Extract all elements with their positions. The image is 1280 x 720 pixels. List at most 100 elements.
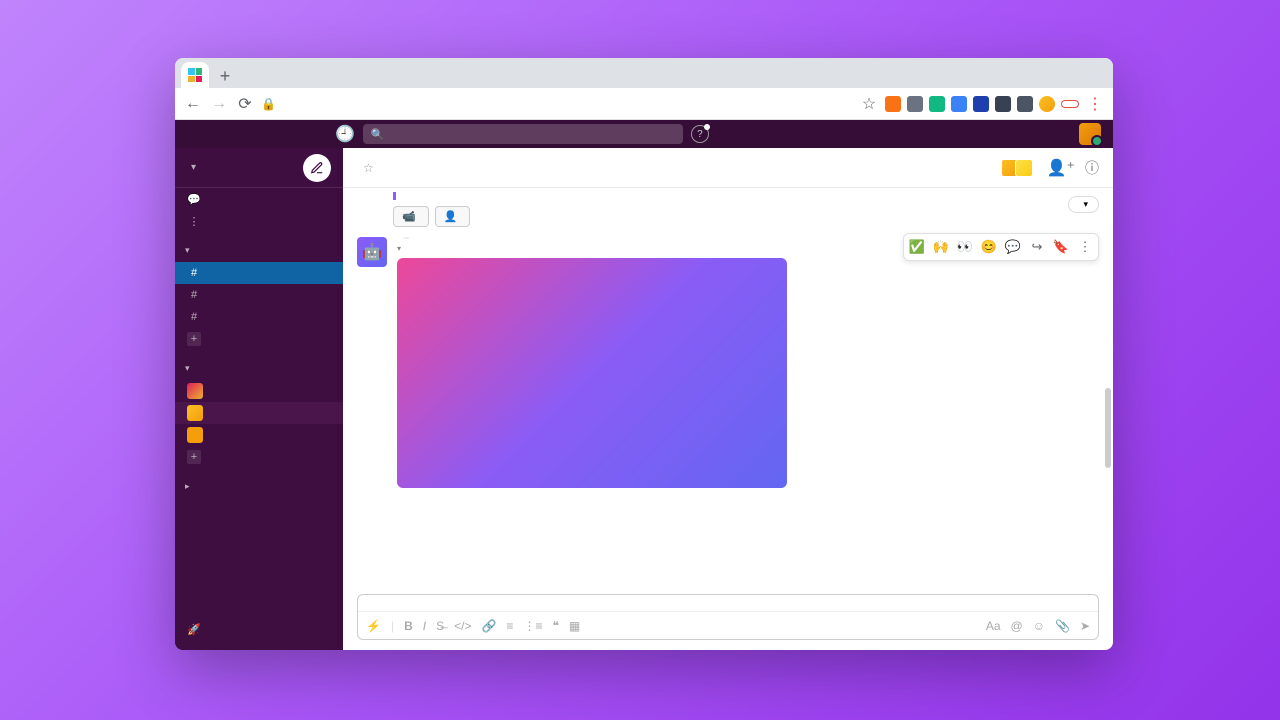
shortcut-icon[interactable]: ⚡ bbox=[366, 619, 381, 633]
revenue-chart[interactable] bbox=[397, 258, 787, 488]
update-button[interactable] bbox=[1061, 100, 1079, 108]
strike-icon[interactable]: S̶ bbox=[436, 619, 444, 633]
app-badge bbox=[403, 237, 409, 239]
italic-icon[interactable]: I bbox=[423, 619, 426, 633]
message-actions-toolbar: ✅ 🙌 👀 😊 💬 ↪ 🔖 ⋮ bbox=[903, 233, 1099, 261]
member-avatars[interactable] bbox=[1005, 159, 1037, 177]
tab-strip: + bbox=[175, 58, 1113, 88]
attach-icon[interactable]: 📎 bbox=[1055, 619, 1070, 633]
extension-icon[interactable] bbox=[951, 96, 967, 112]
url-field[interactable]: 🔒 bbox=[261, 97, 853, 111]
composer-toolbar: ⚡ | B I S̶ </> 🔗 ≡ ⋮≡ ❝ ▦ Aa @ bbox=[358, 611, 1098, 639]
address-bar: ← → ⟳ 🔒 ☆ ⋮ bbox=[175, 88, 1113, 120]
add-people-icon[interactable]: 👤⁺ bbox=[1047, 158, 1075, 178]
ol-icon[interactable]: ≡ bbox=[506, 619, 513, 633]
workspace-switcher[interactable]: ▾ bbox=[175, 148, 343, 188]
dm-test-user[interactable] bbox=[175, 424, 343, 446]
forward-button[interactable]: → bbox=[209, 94, 229, 114]
puzzle-icon[interactable] bbox=[1017, 96, 1033, 112]
emoji-icon[interactable]: ☺ bbox=[1033, 619, 1045, 633]
browser-tab-slack[interactable] bbox=[181, 62, 209, 88]
extension-icons bbox=[885, 96, 1055, 112]
compose-button[interactable] bbox=[303, 154, 331, 182]
add-reaction-icon[interactable]: 😊 bbox=[978, 236, 1000, 258]
slack-app: 🕘 🔍 ? ▾ 💬 ⋮ ▾ # bbox=[175, 120, 1113, 650]
format-icon[interactable]: Aa bbox=[986, 619, 1001, 633]
slack-icon bbox=[188, 68, 202, 82]
sidebar-channel-general[interactable]: # bbox=[175, 284, 343, 306]
reaction-check[interactable]: ✅ bbox=[906, 236, 928, 258]
code-icon[interactable]: </> bbox=[454, 619, 471, 633]
prev-message-block bbox=[393, 192, 1099, 200]
rocket-icon: 🚀 bbox=[187, 623, 201, 636]
user-icon: 👤 bbox=[444, 210, 458, 223]
star-icon[interactable]: ☆ bbox=[363, 161, 374, 175]
video-icon: 📹 bbox=[402, 210, 416, 223]
channel-header: ☆ 👤⁺ ⓘ bbox=[343, 148, 1113, 188]
chevron-right-icon: ▸ bbox=[185, 481, 190, 492]
scrollbar[interactable] bbox=[1105, 388, 1111, 468]
chevron-down-icon: ▾ bbox=[185, 363, 190, 374]
ul-icon[interactable]: ⋮≡ bbox=[523, 619, 542, 633]
profile-icon[interactable] bbox=[1039, 96, 1055, 112]
chevron-down-icon: ▾ bbox=[191, 162, 196, 173]
slack-top-bar: 🕘 🔍 ? bbox=[175, 120, 1113, 148]
extension-icon[interactable] bbox=[907, 96, 923, 112]
star-icon[interactable]: ☆ bbox=[859, 94, 879, 114]
bookmark-icon[interactable]: 🔖 bbox=[1050, 236, 1072, 258]
message: ✅ 🙌 👀 😊 💬 ↪ 🔖 ⋮ 🤖 bbox=[357, 237, 1099, 488]
threads-icon: 💬 bbox=[187, 193, 201, 206]
apps-section[interactable]: ▸ bbox=[175, 474, 343, 498]
browser-menu-icon[interactable]: ⋮ bbox=[1085, 94, 1105, 114]
send-icon[interactable]: ➤ bbox=[1080, 619, 1090, 633]
extension-icon[interactable] bbox=[995, 96, 1011, 112]
extension-icon[interactable] bbox=[885, 96, 901, 112]
codeblock-icon[interactable]: ▦ bbox=[569, 619, 580, 633]
search-input[interactable]: 🔍 bbox=[363, 124, 683, 144]
reaction-hands[interactable]: 🙌 bbox=[930, 236, 952, 258]
dm-section[interactable]: ▾ bbox=[175, 356, 343, 380]
thread-icon[interactable]: 💬 bbox=[1002, 236, 1024, 258]
hash-icon: # bbox=[187, 311, 201, 323]
back-button[interactable]: ← bbox=[183, 94, 203, 114]
composer-input[interactable] bbox=[358, 595, 1098, 611]
more-actions-icon[interactable]: ⋮ bbox=[1074, 236, 1096, 258]
message-composer[interactable]: ⚡ | B I S̶ </> 🔗 ≡ ⋮≡ ❝ ▦ Aa @ bbox=[357, 594, 1099, 640]
main-panel: ☆ 👤⁺ ⓘ ▾ bbox=[343, 148, 1113, 650]
bot-avatar[interactable]: 🤖 bbox=[357, 237, 387, 267]
sidebar-threads[interactable]: 💬 bbox=[175, 188, 343, 210]
browser-window: + ← → ⟳ 🔒 ☆ ⋮ 🕘 🔍 bbox=[175, 58, 1113, 650]
sidebar-channel-app[interactable]: # bbox=[175, 262, 343, 284]
upgrade-link[interactable]: 🚀 bbox=[175, 618, 343, 640]
mention-icon[interactable]: @ bbox=[1011, 619, 1023, 633]
dm-item[interactable] bbox=[175, 402, 343, 424]
more-icon: ⋮ bbox=[187, 215, 201, 228]
sidebar-channel-random[interactable]: # bbox=[175, 306, 343, 328]
avatar bbox=[187, 427, 203, 443]
quote-icon[interactable]: ❝ bbox=[552, 619, 558, 633]
sidebar-more[interactable]: ⋮ bbox=[175, 210, 343, 232]
today-divider[interactable]: ▾ bbox=[1068, 196, 1099, 213]
dm-slackbot[interactable] bbox=[175, 380, 343, 402]
extension-icon[interactable] bbox=[929, 96, 945, 112]
link-icon[interactable]: 🔗 bbox=[481, 619, 496, 633]
view-customer-button[interactable]: 👤 bbox=[435, 206, 471, 227]
user-avatar[interactable] bbox=[1079, 123, 1101, 145]
message-list: ▾ 📹 👤 ✅ 🙌 👀 bbox=[343, 188, 1113, 588]
search-icon: 🔍 bbox=[371, 128, 385, 141]
bold-icon[interactable]: B bbox=[404, 619, 413, 633]
add-channels[interactable]: + bbox=[175, 328, 343, 350]
extension-icon[interactable] bbox=[973, 96, 989, 112]
plus-icon: + bbox=[187, 332, 201, 346]
channels-section[interactable]: ▾ bbox=[175, 238, 343, 262]
help-button[interactable]: ? bbox=[691, 125, 709, 143]
info-icon[interactable]: ⓘ bbox=[1085, 158, 1099, 178]
new-tab-button[interactable]: + bbox=[213, 64, 237, 88]
history-icon[interactable]: 🕘 bbox=[335, 124, 355, 144]
sidebar: ▾ 💬 ⋮ ▾ # # # + ▾ + ▸ 🚀 bbox=[175, 148, 343, 650]
share-icon[interactable]: ↪ bbox=[1026, 236, 1048, 258]
reload-button[interactable]: ⟳ bbox=[235, 94, 255, 114]
view-shopify-button[interactable]: 📹 bbox=[393, 206, 429, 227]
add-teammates[interactable]: + bbox=[175, 446, 343, 468]
reaction-eyes[interactable]: 👀 bbox=[954, 236, 976, 258]
